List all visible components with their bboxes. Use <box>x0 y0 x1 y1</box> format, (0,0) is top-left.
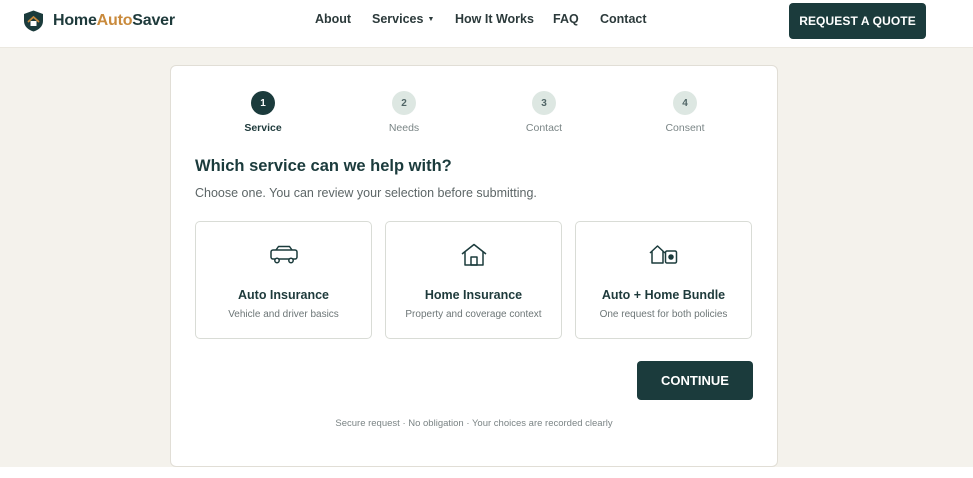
brand-name-part2: Saver <box>132 12 175 29</box>
brand[interactable]: HomeAutoSaver <box>23 9 175 33</box>
step-number: 3 <box>532 91 556 115</box>
step-number: 4 <box>673 91 697 115</box>
step-label: Needs <box>388 122 420 134</box>
footnote: Secure request · No obligation · Your ch… <box>335 418 613 429</box>
house-car-icon <box>576 242 751 268</box>
step-label: Contact <box>525 122 563 134</box>
chevron-down-icon: ▼ <box>427 16 435 23</box>
brand-name: HomeAutoSaver <box>53 12 175 30</box>
option-description: One request for both policies <box>599 309 728 320</box>
page-bottom-band <box>0 467 973 478</box>
option-title: Home Insurance <box>424 288 523 302</box>
nav-services[interactable]: Services ▼ <box>372 12 434 26</box>
brand-name-part1: Home <box>53 12 97 29</box>
step-label: Consent <box>665 122 705 134</box>
house-icon <box>386 242 561 268</box>
progress-stepper: 1 Service 2 Needs 3 Contact 4 Consent <box>171 66 777 136</box>
option-title: Auto Insurance <box>238 288 329 302</box>
question-subtitle: Choose one. You can review your selectio… <box>195 186 537 200</box>
step-consent: 4 Consent <box>645 91 725 134</box>
nav-contact[interactable]: Contact <box>600 12 647 26</box>
nav-faq[interactable]: FAQ <box>553 12 579 26</box>
option-title: Auto + Home Bundle <box>601 288 726 302</box>
option-description: Property and coverage context <box>405 309 542 320</box>
shield-house-icon <box>24 10 43 32</box>
nav-about[interactable]: About <box>315 12 351 26</box>
car-icon <box>196 242 371 268</box>
quote-form-card: 1 Service 2 Needs 3 Contact 4 Consent Wh… <box>170 65 778 467</box>
step-number: 1 <box>251 91 275 115</box>
step-needs: 2 Needs <box>364 91 444 134</box>
request-quote-button[interactable]: REQUEST A QUOTE <box>789 3 926 39</box>
site-header: HomeAutoSaver About Services ▼ How It Wor… <box>0 0 973 48</box>
question-heading: Which service can we help with? <box>195 157 452 175</box>
nav-how-it-works[interactable]: How It Works <box>455 12 534 26</box>
option-home-insurance[interactable]: Home Insurance Property and coverage con… <box>385 221 562 339</box>
option-description: Vehicle and driver basics <box>228 309 339 320</box>
step-contact: 3 Contact <box>504 91 584 134</box>
option-auto-insurance[interactable]: Auto Insurance Vehicle and driver basics <box>195 221 372 339</box>
option-auto-home-bundle[interactable]: Auto + Home Bundle One request for both … <box>575 221 752 339</box>
step-number: 2 <box>392 91 416 115</box>
step-service: 1 Service <box>223 91 303 134</box>
brand-name-accent: Auto <box>96 12 133 29</box>
continue-button[interactable]: CONTINUE <box>637 361 753 400</box>
step-label: Service <box>244 122 282 134</box>
nav-services-label: Services <box>372 12 424 26</box>
